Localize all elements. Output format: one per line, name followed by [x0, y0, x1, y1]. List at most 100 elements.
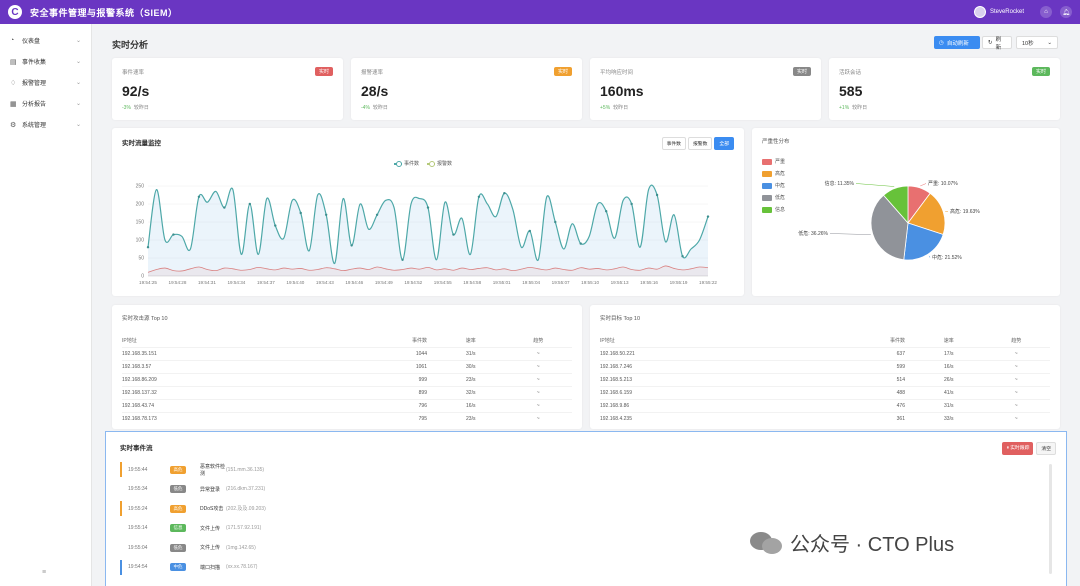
- table-row[interactable]: 192.168.6.159 488 41/s ~: [600, 385, 1050, 399]
- x-tick-label: 19:55:07: [552, 280, 570, 285]
- pie-slice-label: 低危: 36.26%: [798, 230, 828, 237]
- avatar[interactable]: [973, 6, 986, 18]
- column-header: 事件数: [411, 338, 427, 345]
- sidebar-item-label: 系统管理: [22, 123, 47, 129]
- data-point: [375, 213, 379, 216]
- card-title: 实时目标 Top 10: [600, 316, 641, 322]
- data-point: [579, 242, 582, 245]
- table-row[interactable]: 192.168.86.209 999 23/s ~: [122, 372, 572, 386]
- pie-label-line: [928, 255, 931, 258]
- refresh-icon: ↻: [988, 39, 993, 46]
- app-logo[interactable]: C: [8, 5, 22, 19]
- stat-label: 平均响应时间: [600, 70, 634, 76]
- table-row[interactable]: 192.168.78.173 795 23/s ~: [122, 411, 572, 425]
- x-tick-label: 19:55:01: [493, 280, 511, 285]
- data-point: [274, 224, 277, 227]
- x-tick-label: 19:54:52: [404, 280, 422, 285]
- chevron-down-icon: ⌄: [75, 101, 81, 107]
- chevron-down-icon: ⌄: [75, 80, 81, 86]
- chevron-down-icon: ⌄: [1047, 39, 1052, 46]
- x-tick-label: 19:54:37: [257, 280, 275, 285]
- column-header: 速率: [465, 338, 476, 345]
- x-tick-label: 19:54:43: [316, 280, 334, 285]
- sidebar-collapse-button[interactable]: ≡: [42, 569, 46, 576]
- clear-button[interactable]: 清空: [1036, 442, 1056, 455]
- traffic-monitor-card: 实时流量监控 事件数 报警数 全部 事件数 报警数 0 50 100 150 200 25…: [112, 128, 744, 296]
- username[interactable]: SteveRocket: [990, 9, 1024, 15]
- scrollbar[interactable]: [1049, 464, 1052, 574]
- event-list: 19:55:44 高危 恶意软件检测 (151.mm.36.135) 19:55:34…: [120, 460, 1040, 577]
- x-tick-label: 19:54:34: [227, 280, 245, 285]
- refresh-button[interactable]: ↻ 刷新: [982, 36, 1012, 51]
- column-header: 速率: [943, 338, 954, 345]
- clock-icon: ◷: [939, 39, 944, 46]
- sidebar-item-alerts[interactable]: ♢ 报警管理 ⌄: [0, 72, 91, 93]
- data-point: [223, 206, 226, 209]
- data-point: [630, 202, 633, 206]
- status-badge: 实时: [1031, 67, 1050, 76]
- list-item[interactable]: 19:55:44 高危 恶意软件检测 (151.mm.36.135): [120, 460, 1040, 480]
- live-follow-button[interactable]: ⏸ 实时跟踪: [1002, 442, 1034, 455]
- stat-value: 160ms: [600, 83, 644, 99]
- stat-label: 事件速率: [122, 70, 145, 76]
- status-badge: 实时: [314, 67, 333, 76]
- stat-change: -4% 较昨日: [361, 105, 388, 111]
- stat-change: +5% 较昨日: [600, 105, 629, 111]
- table-row[interactable]: 192.168.137.32 899 32/s ~: [122, 385, 572, 399]
- sidebar-item-reports[interactable]: ▦ 分析报告 ⌄: [0, 93, 91, 114]
- wechat-watermark: 公众号 · CTO Plus: [750, 528, 954, 557]
- x-tick-label: 19:55:04: [522, 280, 540, 285]
- stat-change: -3% 较昨日: [122, 105, 149, 111]
- table-row[interactable]: 192.168.7.246 599 16/s ~: [600, 359, 1050, 373]
- chevron-down-icon: ⌄: [75, 59, 81, 65]
- data-point: [146, 246, 150, 249]
- sidebar-item-system[interactable]: ⚙ 系统管理 ⌄: [0, 114, 91, 135]
- y-tick-label: 250: [136, 184, 145, 190]
- sidebar-item-dashboard[interactable]: ◔ 仪表盘 ⌄: [0, 30, 91, 51]
- auto-refresh-button[interactable]: ◷ 自动刷新: [934, 36, 980, 49]
- pie-slice-label: 中危: 21.52%: [932, 254, 962, 261]
- data-point: [197, 195, 201, 198]
- column-header: 事件数: [889, 338, 905, 345]
- sidebar-item-collect[interactable]: ▤ 事件收集 ⌄: [0, 51, 91, 72]
- y-tick-label: 50: [138, 256, 144, 262]
- list-item[interactable]: 19:55:24 高危 DDoS攻击 (202.及及.09.203): [120, 499, 1040, 519]
- table-row[interactable]: 192.168.50.221 637 17/s ~: [600, 346, 1050, 360]
- data-point: [324, 213, 328, 216]
- dashboard-icon: ◔: [10, 37, 15, 44]
- top-right-area: SteveRocket ⌂ 🔔︎: [973, 6, 1072, 18]
- x-tick-label: 19:54:28: [169, 280, 187, 285]
- notification-icon[interactable]: 🔔︎: [1060, 6, 1072, 18]
- stat-label: 活跃会话: [839, 70, 862, 76]
- column-header: IP地址: [600, 338, 615, 345]
- chevron-down-icon: ⌄: [75, 122, 81, 128]
- stat-value: 28/s: [361, 83, 389, 99]
- traffic-line-chart: 0 50 100 150 200 250 19:54:25 19:54:28 19:54:31 1…: [136, 184, 718, 286]
- event-stream-panel: 实时事件流 ⏸ 实时跟踪 清空 19:55:44 高危 恶意软件检测 (151.mm.…: [105, 431, 1067, 586]
- column-header: 趋势: [533, 338, 544, 345]
- severity-badge: 低危: [170, 485, 186, 494]
- x-tick-label: 19:54:25: [139, 280, 157, 285]
- status-badge: 实时: [792, 67, 811, 76]
- refresh-interval-select[interactable]: 10秒 ⌄: [1016, 36, 1058, 49]
- data-point: [401, 258, 404, 261]
- table-header-row: IP地址 事件数 速率 趋势: [122, 335, 572, 347]
- list-item[interactable]: 19:55:34 低危 异常登录 (216.dkm.37.231): [120, 480, 1040, 500]
- table-row[interactable]: 192.168.5.213 514 26/s ~: [600, 372, 1050, 386]
- list-item[interactable]: 19:54:54 中危 端口扫描 (xx.xx.78.167): [120, 558, 1040, 578]
- table-row[interactable]: 192.168.43.74 796 16/s ~: [122, 398, 572, 412]
- table-row[interactable]: 192.168.35.151 1044 31/s ~: [122, 346, 572, 360]
- severity-badge: 高危: [170, 504, 186, 513]
- top-bar: C 安全事件管理与报警系统（SIEM） SteveRocket ⌂ 🔔︎: [0, 0, 1080, 24]
- table-row[interactable]: 192.168.3.57 1061 30/s ~: [122, 359, 572, 373]
- attack-targets-table: IP地址 事件数 速率 趋势 192.168.50.221 637 17/s ~ 19…: [600, 335, 1050, 425]
- data-point: [706, 215, 710, 218]
- collect-icon: ▤: [10, 58, 17, 66]
- table-row[interactable]: 192.168.9.86 476 31/s ~: [600, 398, 1050, 412]
- data-point: [528, 229, 532, 233]
- stat-card-active-sessions: 活跃会话 实时 585 +1% 较昨日: [829, 58, 1060, 120]
- pie-slice-label: 严重: 10.07%: [928, 180, 958, 187]
- sidebar-item-label: 报警管理: [22, 81, 47, 87]
- table-row[interactable]: 192.168.4.235 361 33/s ~: [600, 411, 1050, 425]
- home-icon[interactable]: ⌂: [1040, 6, 1052, 18]
